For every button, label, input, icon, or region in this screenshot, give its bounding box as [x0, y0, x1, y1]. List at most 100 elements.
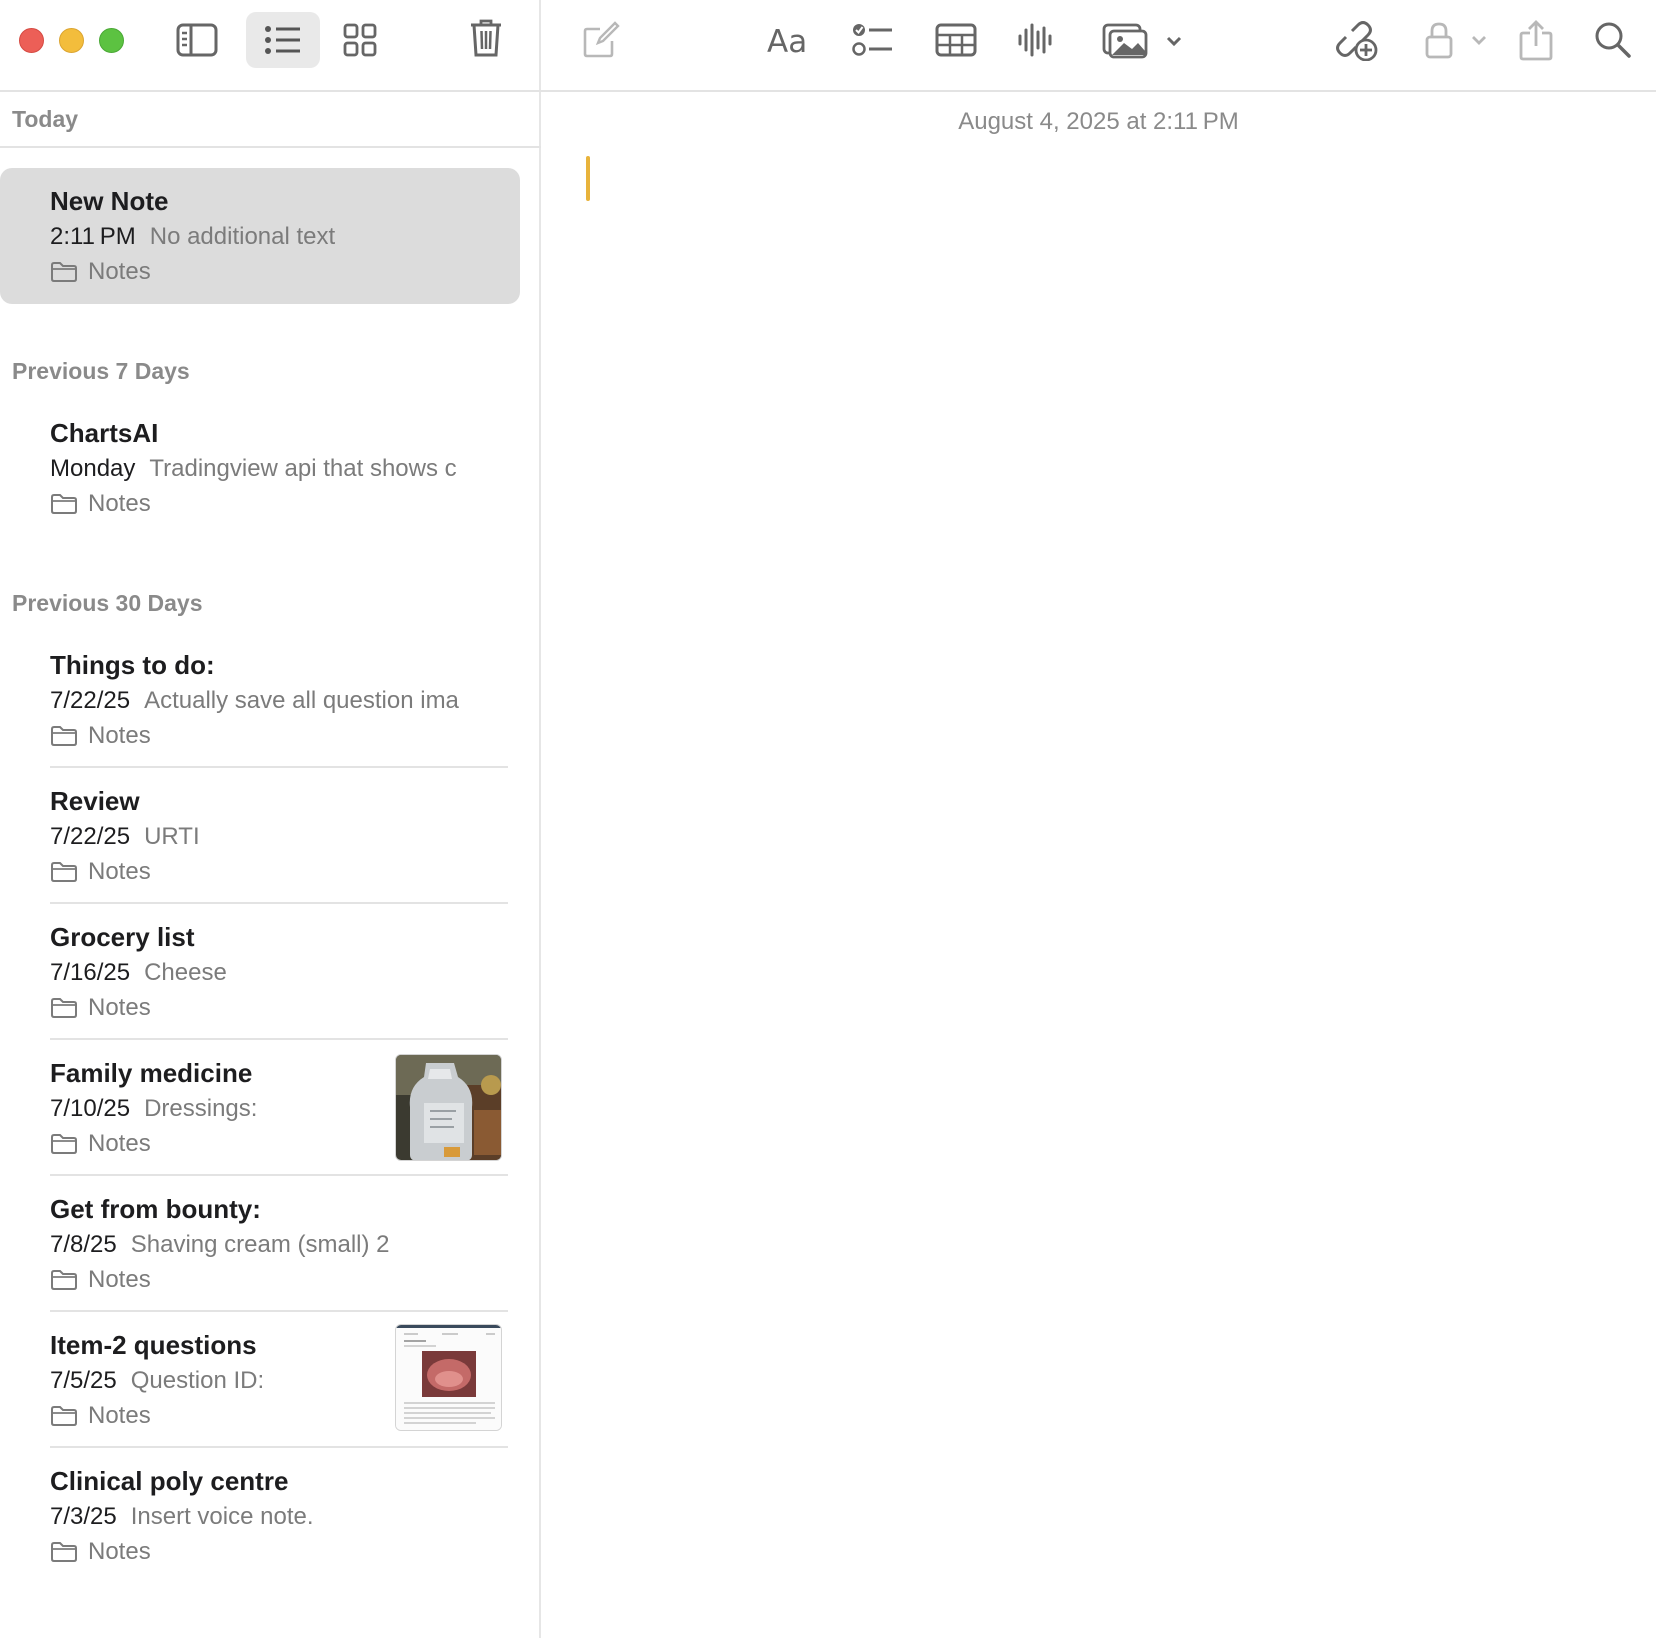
compose-icon[interactable] — [579, 18, 623, 62]
note-preview: Insert voice note. — [130, 1503, 314, 1530]
section-header-previous-7-days: Previous 7 Days — [12, 358, 190, 384]
note-title: Things to do: — [50, 650, 215, 680]
note-meta: 2:11 PM No additional text — [50, 223, 490, 251]
note-date: 7/22/25 — [50, 687, 131, 714]
note-meta: 7/8/25 Shaving cream (small) 2 — [50, 1231, 482, 1259]
note-item-new-note[interactable]: New Note 2:11 PM No additional text Notes — [0, 168, 520, 304]
folder-icon — [51, 862, 77, 882]
note-folder-label: Notes — [88, 722, 151, 749]
trash-icon[interactable] — [466, 16, 506, 60]
note-date: 7/3/25 — [50, 1503, 117, 1530]
note-folder-label: Notes — [88, 258, 151, 285]
section-header-today: Today — [12, 106, 79, 132]
note-preview: Shaving cream (small) 2 — [130, 1231, 390, 1258]
folder-icon — [51, 998, 77, 1018]
folder-icon — [51, 1406, 77, 1426]
note-title: Grocery list — [50, 922, 195, 952]
note-meta: 7/22/25 Actually save all question ima — [50, 687, 482, 715]
note-folder-label: Notes — [88, 1402, 151, 1429]
note-preview: URTI — [144, 823, 200, 850]
note-date: 2:11 PM — [50, 223, 136, 250]
note-item-clinical-poly-centre[interactable]: Clinical poly centre 7/3/25 Insert voice … — [0, 1448, 520, 1584]
folder-icon — [51, 1270, 77, 1290]
note-item-things-to-do[interactable]: Things to do: 7/22/25 Actually save all q… — [0, 632, 520, 768]
note-editor-pane: Aa August 4, 2025 at 2:11 PM — [541, 0, 1656, 1638]
note-folder: Notes — [50, 1538, 151, 1566]
note-meta: 7/5/25 Question ID: — [50, 1367, 380, 1395]
note-item-review[interactable]: Review 7/22/25 URTI Notes — [0, 768, 520, 904]
note-folder: Notes — [50, 1130, 151, 1158]
note-title: ChartsAI — [50, 418, 159, 448]
note-folder: Notes — [50, 1402, 151, 1430]
folder-icon — [51, 1134, 77, 1154]
note-title: New Note — [50, 186, 169, 216]
note-meta: Monday Tradingview api that shows c — [50, 455, 482, 483]
folder-icon — [51, 494, 77, 514]
note-title: Get from bounty: — [50, 1194, 261, 1224]
note-item-family-medicine[interactable]: Family medicine 7/10/25 Dressings: Notes — [0, 1040, 520, 1176]
note-folder: Notes — [50, 994, 151, 1022]
note-date: 7/16/25 — [50, 959, 131, 986]
note-title: Item-2 questions — [50, 1330, 257, 1360]
note-timestamp: August 4, 2025 at 2:11 PM — [958, 108, 1239, 135]
folder-icon — [51, 726, 77, 746]
note-thumbnail-document-screenshot — [395, 1324, 502, 1431]
checklist-icon[interactable] — [851, 18, 895, 62]
note-preview: Tradingview api that shows c — [149, 455, 457, 482]
note-thumbnail-bottle-photo — [395, 1054, 502, 1161]
lock-icon[interactable] — [1415, 18, 1495, 62]
notes-list-pane: Today New Note 2:11 PM No additional text… — [0, 0, 541, 1638]
note-folder: Notes — [50, 1266, 151, 1294]
note-title: Review — [50, 786, 140, 816]
format-icon[interactable]: Aa — [765, 18, 817, 62]
note-preview: Question ID: — [130, 1367, 265, 1394]
gallery-view-icon[interactable] — [340, 20, 380, 60]
note-meta: 7/22/25 URTI — [50, 823, 482, 851]
table-icon[interactable] — [933, 18, 979, 62]
note-folder-label: Notes — [88, 1266, 151, 1293]
window-zoom-button[interactable] — [99, 28, 124, 53]
sidebar-toolbar — [0, 0, 541, 92]
folder-icon — [51, 1542, 77, 1562]
note-meta: 7/3/25 Insert voice note. — [50, 1503, 482, 1531]
note-folder-label: Notes — [88, 1538, 151, 1565]
note-item-get-from-bounty[interactable]: Get from bounty: 7/8/25 Shaving cream (sm… — [0, 1176, 520, 1312]
editor-toolbar: Aa — [541, 0, 1656, 92]
media-icon[interactable] — [1099, 18, 1185, 62]
note-folder-label: Notes — [88, 490, 151, 517]
note-folder: Notes — [50, 490, 151, 518]
note-title: Clinical poly centre — [50, 1466, 289, 1496]
note-meta: 7/10/25 Dressings: — [50, 1095, 380, 1123]
note-date: 7/10/25 — [50, 1095, 131, 1122]
note-preview: Actually save all question ima — [144, 687, 459, 714]
audio-icon[interactable] — [1015, 18, 1055, 62]
note-folder: Notes — [50, 258, 151, 286]
note-folder: Notes — [50, 858, 151, 886]
window-close-button[interactable] — [19, 28, 44, 53]
note-date: 7/5/25 — [50, 1367, 117, 1394]
note-title: Family medicine — [50, 1058, 253, 1088]
note-date: 7/22/25 — [50, 823, 131, 850]
section-header-previous-30-days: Previous 30 Days — [12, 590, 203, 616]
svg-text:Aa: Aa — [767, 24, 807, 57]
note-preview: No additional text — [149, 223, 336, 250]
list-view-icon[interactable] — [246, 12, 320, 68]
sidebar-toggle-icon[interactable] — [172, 20, 222, 60]
note-folder-label: Notes — [88, 1130, 151, 1157]
collaborate-icon[interactable] — [1331, 16, 1381, 64]
folder-icon — [51, 262, 77, 282]
note-item-grocery-list[interactable]: Grocery list 7/16/25 Cheese Notes — [0, 904, 520, 1040]
note-item-chartsai[interactable]: ChartsAI Monday Tradingview api that show… — [0, 400, 520, 536]
share-icon[interactable] — [1515, 16, 1557, 64]
note-preview: Cheese — [144, 959, 227, 986]
window-minimize-button[interactable] — [59, 28, 84, 53]
note-preview: Dressings: — [144, 1095, 258, 1122]
note-folder-label: Notes — [88, 994, 151, 1021]
note-item-item-2-questions[interactable]: Item-2 questions 7/5/25 Question ID: Note… — [0, 1312, 520, 1448]
divider — [0, 146, 541, 148]
note-date: Monday — [50, 455, 136, 482]
note-folder-label: Notes — [88, 858, 151, 885]
text-cursor[interactable] — [586, 156, 590, 201]
note-meta: 7/16/25 Cheese — [50, 959, 482, 987]
search-icon[interactable] — [1591, 18, 1635, 62]
